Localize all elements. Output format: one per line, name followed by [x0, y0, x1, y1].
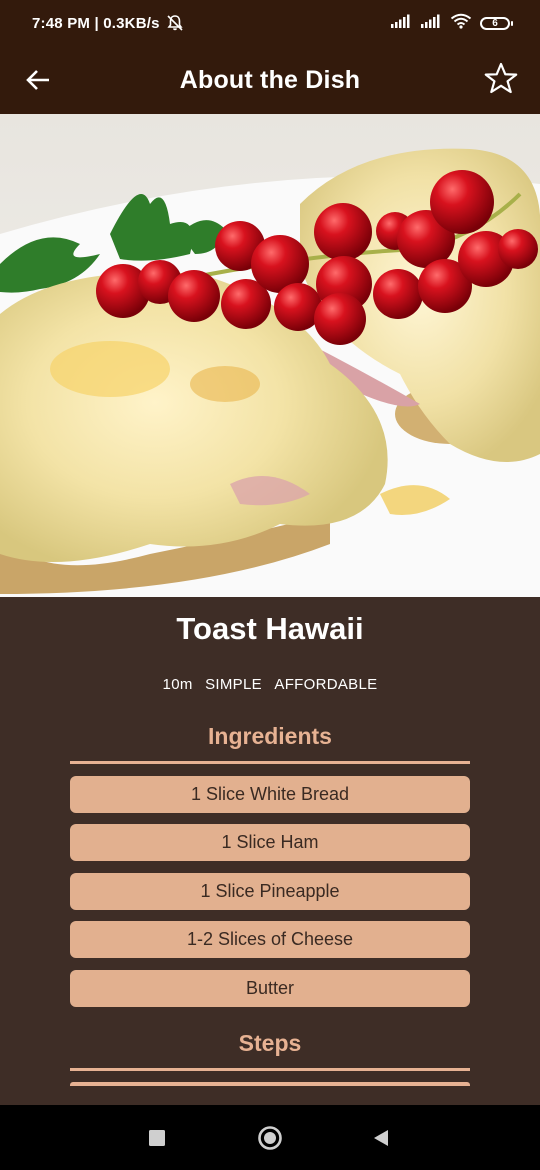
steps-divider: [70, 1068, 470, 1071]
triangle-left-icon[interactable]: [368, 1125, 394, 1151]
screen: 7:48 PM | 0.3KB/s 6 About the Dish Toast…: [0, 0, 540, 1170]
wifi-icon: [450, 13, 472, 33]
signal-icon: [390, 14, 412, 32]
page-title: About the Dish: [179, 65, 361, 94]
duration-label: 10m: [162, 676, 193, 693]
status-time: 7:48 PM | 0.3KB/s: [32, 14, 160, 32]
star-outline-icon[interactable]: [482, 60, 520, 98]
circle-icon[interactable]: [257, 1125, 283, 1151]
ingredients-divider: [70, 761, 470, 764]
dish-details: Toast Hawaii 10m SIMPLE AFFORDABLE Ingre…: [0, 597, 540, 1105]
dish-meta: 10m SIMPLE AFFORDABLE: [0, 676, 540, 693]
complexity-label: SIMPLE: [205, 676, 262, 693]
ingredient-item: 1 Slice White Bread: [70, 776, 470, 813]
status-icons: 6: [390, 13, 513, 33]
dish-title: Toast Hawaii: [176, 611, 364, 646]
signal-icon-2: [420, 14, 442, 32]
ingredient-item: 1 Slice Ham: [70, 824, 470, 861]
ingredients-heading: Ingredients: [208, 723, 332, 749]
status-bar: 7:48 PM | 0.3KB/s 6: [0, 0, 540, 46]
ingredient-item: Butter: [70, 970, 470, 1007]
battery-icon: 6: [480, 16, 513, 30]
system-nav-bar: [0, 1105, 540, 1170]
ingredient-item: 1-2 Slices of Cheese: [70, 921, 470, 958]
square-icon[interactable]: [144, 1125, 170, 1151]
dish-image: [0, 114, 540, 597]
app-bar: About the Dish: [0, 46, 540, 114]
bell-off-icon: [166, 14, 184, 32]
ingredient-item: 1 Slice Pineapple: [70, 873, 470, 910]
step-item-partial: [70, 1082, 470, 1086]
affordability-label: AFFORDABLE: [274, 676, 378, 693]
steps-heading: Steps: [238, 1030, 302, 1056]
arrow-left-icon[interactable]: [22, 64, 54, 96]
